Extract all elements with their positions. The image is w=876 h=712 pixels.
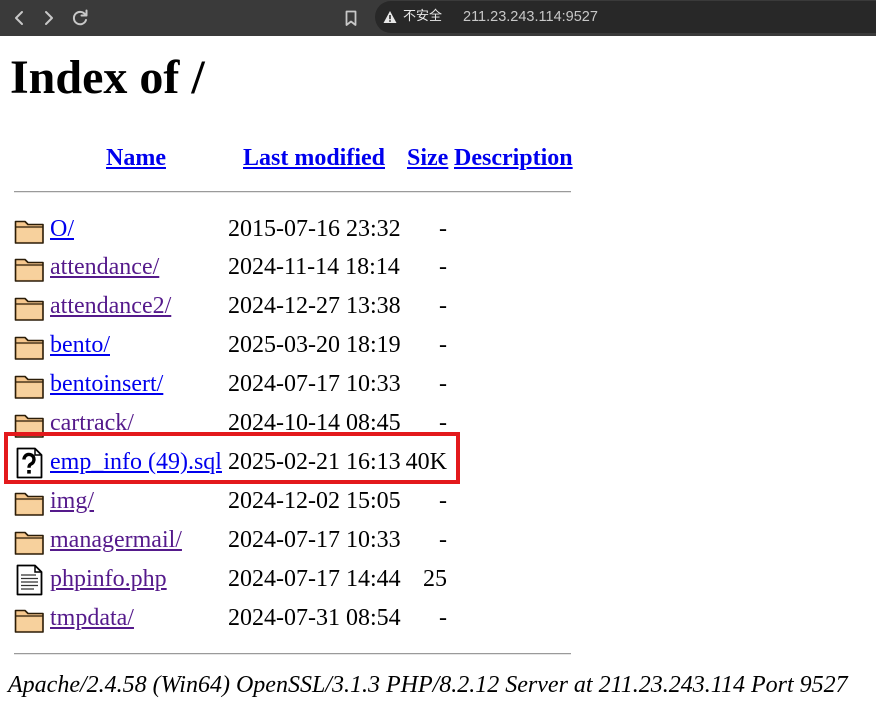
sort-by-name-link[interactable]: Name xyxy=(106,145,166,171)
file-size: - xyxy=(439,604,447,631)
url-text[interactable]: 211.23.243.114:9527 xyxy=(463,1,598,33)
file-size: 40K xyxy=(405,448,447,475)
security-label[interactable]: 不安全 xyxy=(403,1,442,33)
browser-toolbar: 不安全 211.23.243.114:9527 xyxy=(0,0,876,36)
folder-icon xyxy=(14,291,45,323)
table-row: cartrack/ 2024-10-14 08:45 - xyxy=(0,404,600,443)
sort-by-description-link[interactable]: Description xyxy=(454,145,573,171)
last-modified: 2024-07-17 14:44 xyxy=(228,565,401,592)
entry-link[interactable]: emp_info (49).sql xyxy=(50,443,222,482)
file-size: 25 xyxy=(423,565,447,592)
file-size: - xyxy=(439,215,447,242)
last-modified: 2024-07-31 08:54 xyxy=(228,604,401,631)
sort-by-last-modified-link[interactable]: Last modified xyxy=(243,145,385,171)
table-row: attendance2/ 2024-12-27 13:38 - xyxy=(0,287,600,326)
table-row: emp_info (49).sql 2025-02-21 16:13 40K xyxy=(0,443,600,482)
folder-icon xyxy=(14,369,45,401)
file-size: - xyxy=(439,332,447,359)
last-modified: 2024-12-02 15:05 xyxy=(228,487,401,514)
entry-link[interactable]: bento/ xyxy=(50,326,110,365)
table-row: bentoinsert/ 2024-07-17 10:33 - xyxy=(0,365,600,404)
last-modified: 2024-12-27 13:38 xyxy=(228,293,401,320)
folder-icon xyxy=(14,408,45,440)
entry-link[interactable]: img/ xyxy=(50,482,94,521)
forward-icon[interactable] xyxy=(35,4,63,32)
folder-icon xyxy=(14,214,45,246)
folder-icon xyxy=(14,603,45,635)
table-row: attendance/ 2024-11-14 18:14 - xyxy=(0,248,600,287)
last-modified: 2025-03-20 18:19 xyxy=(228,332,401,359)
last-modified: 2024-07-17 10:33 xyxy=(228,526,401,553)
folder-icon xyxy=(14,486,45,518)
entry-link[interactable]: phpinfo.php xyxy=(50,560,167,599)
entry-link[interactable]: O/ xyxy=(50,210,74,249)
last-modified: 2015-07-16 23:32 xyxy=(228,215,401,242)
table-row: O/ 2015-07-16 23:32 - xyxy=(0,210,600,249)
reload-icon[interactable] xyxy=(66,4,94,32)
table-row: img/ 2024-12-02 15:05 - xyxy=(0,482,600,521)
entry-link[interactable]: cartrack/ xyxy=(50,404,134,443)
back-icon[interactable] xyxy=(5,4,33,32)
folder-icon xyxy=(14,525,45,557)
footer-divider xyxy=(14,653,571,655)
file-size: - xyxy=(439,526,447,553)
server-signature: Apache/2.4.58 (Win64) OpenSSL/3.1.3 PHP/… xyxy=(8,672,848,698)
file-size: - xyxy=(439,410,447,436)
entry-link[interactable]: managermail/ xyxy=(50,521,182,560)
entry-link[interactable]: attendance2/ xyxy=(50,287,171,326)
page-title: Index of / xyxy=(10,51,205,104)
file-size: - xyxy=(439,254,447,281)
last-modified: 2025-02-21 16:13 xyxy=(228,448,401,475)
last-modified: 2024-10-14 08:45 xyxy=(228,410,401,436)
table-row: managermail/ 2024-07-17 10:33 - xyxy=(0,521,600,560)
last-modified: 2024-07-17 10:33 xyxy=(228,371,401,398)
file-size: - xyxy=(439,371,447,398)
header-divider xyxy=(14,191,571,193)
folder-icon xyxy=(14,252,45,284)
file-size: - xyxy=(439,487,447,514)
entry-link[interactable]: tmpdata/ xyxy=(50,599,134,638)
sort-by-size-link[interactable]: Size xyxy=(407,145,448,171)
last-modified: 2024-11-14 18:14 xyxy=(228,254,400,281)
unknown-file-icon xyxy=(14,447,45,479)
text-file-icon xyxy=(14,564,45,596)
table-row: tmpdata/ 2024-07-31 08:54 - xyxy=(0,599,600,638)
file-size: - xyxy=(439,293,447,320)
table-row: phpinfo.php 2024-07-17 14:44 25 xyxy=(0,560,600,599)
table-row: bento/ 2025-03-20 18:19 - xyxy=(0,326,600,365)
warning-icon[interactable] xyxy=(383,10,397,24)
entry-link[interactable]: bentoinsert/ xyxy=(50,365,163,404)
folder-icon xyxy=(14,330,45,362)
address-bar[interactable]: 不安全 211.23.243.114:9527 xyxy=(375,1,876,33)
bookmark-icon[interactable] xyxy=(337,4,365,32)
entry-link[interactable]: attendance/ xyxy=(50,248,159,287)
